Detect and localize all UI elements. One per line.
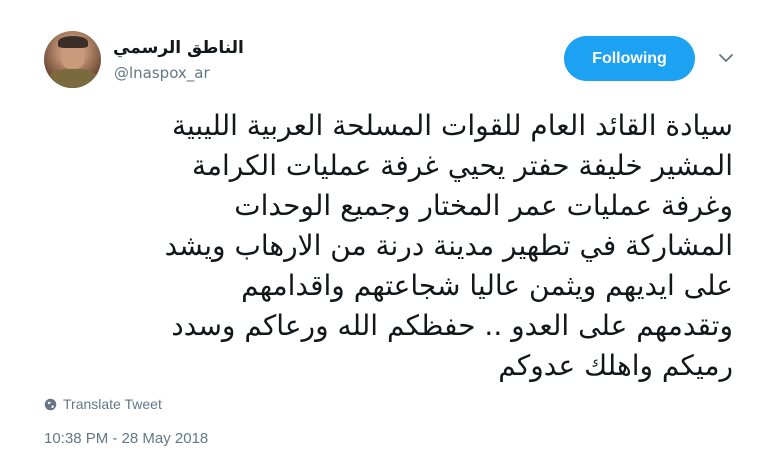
- avatar[interactable]: [44, 31, 101, 88]
- tweet-line: المشير خليفة حفتر يحيي غرفة عمليات الكرا…: [191, 149, 733, 182]
- tweet-text: سيادة القائد العام للقوات المسلحة العربي…: [40, 106, 733, 386]
- display-name[interactable]: الناطق الرسمي: [113, 38, 244, 58]
- following-button[interactable]: Following: [564, 36, 695, 81]
- tweet-timestamp[interactable]: 10:38 PM - 28 May 2018: [44, 430, 208, 447]
- chevron-down-icon[interactable]: [718, 50, 734, 66]
- tweet-line: سيادة القائد العام للقوات المسلحة العربي…: [171, 109, 733, 142]
- tweet-line: المشاركة في تطهير مدينة درنة من الارهاب …: [164, 229, 733, 262]
- tweet-line: رميكم واهلك عدوكم: [498, 349, 733, 382]
- translate-tweet-link[interactable]: Translate Tweet: [44, 396, 162, 412]
- tweet-line: وغرفة عمليات عمر المختار وجميع الوحدات: [234, 189, 733, 222]
- translate-label: Translate Tweet: [63, 396, 162, 412]
- globe-icon: [44, 398, 57, 410]
- tweet-line: على ايديهم ويثمن عاليا شجاعتهم واقدامهم: [241, 269, 733, 302]
- avatar-suit: [48, 69, 98, 88]
- avatar-hair: [58, 36, 88, 48]
- tweet-line: وتقدمهم على العدو .. حفظكم الله ورعاكم و…: [171, 309, 733, 342]
- user-handle[interactable]: @lnaspox_ar: [114, 64, 210, 82]
